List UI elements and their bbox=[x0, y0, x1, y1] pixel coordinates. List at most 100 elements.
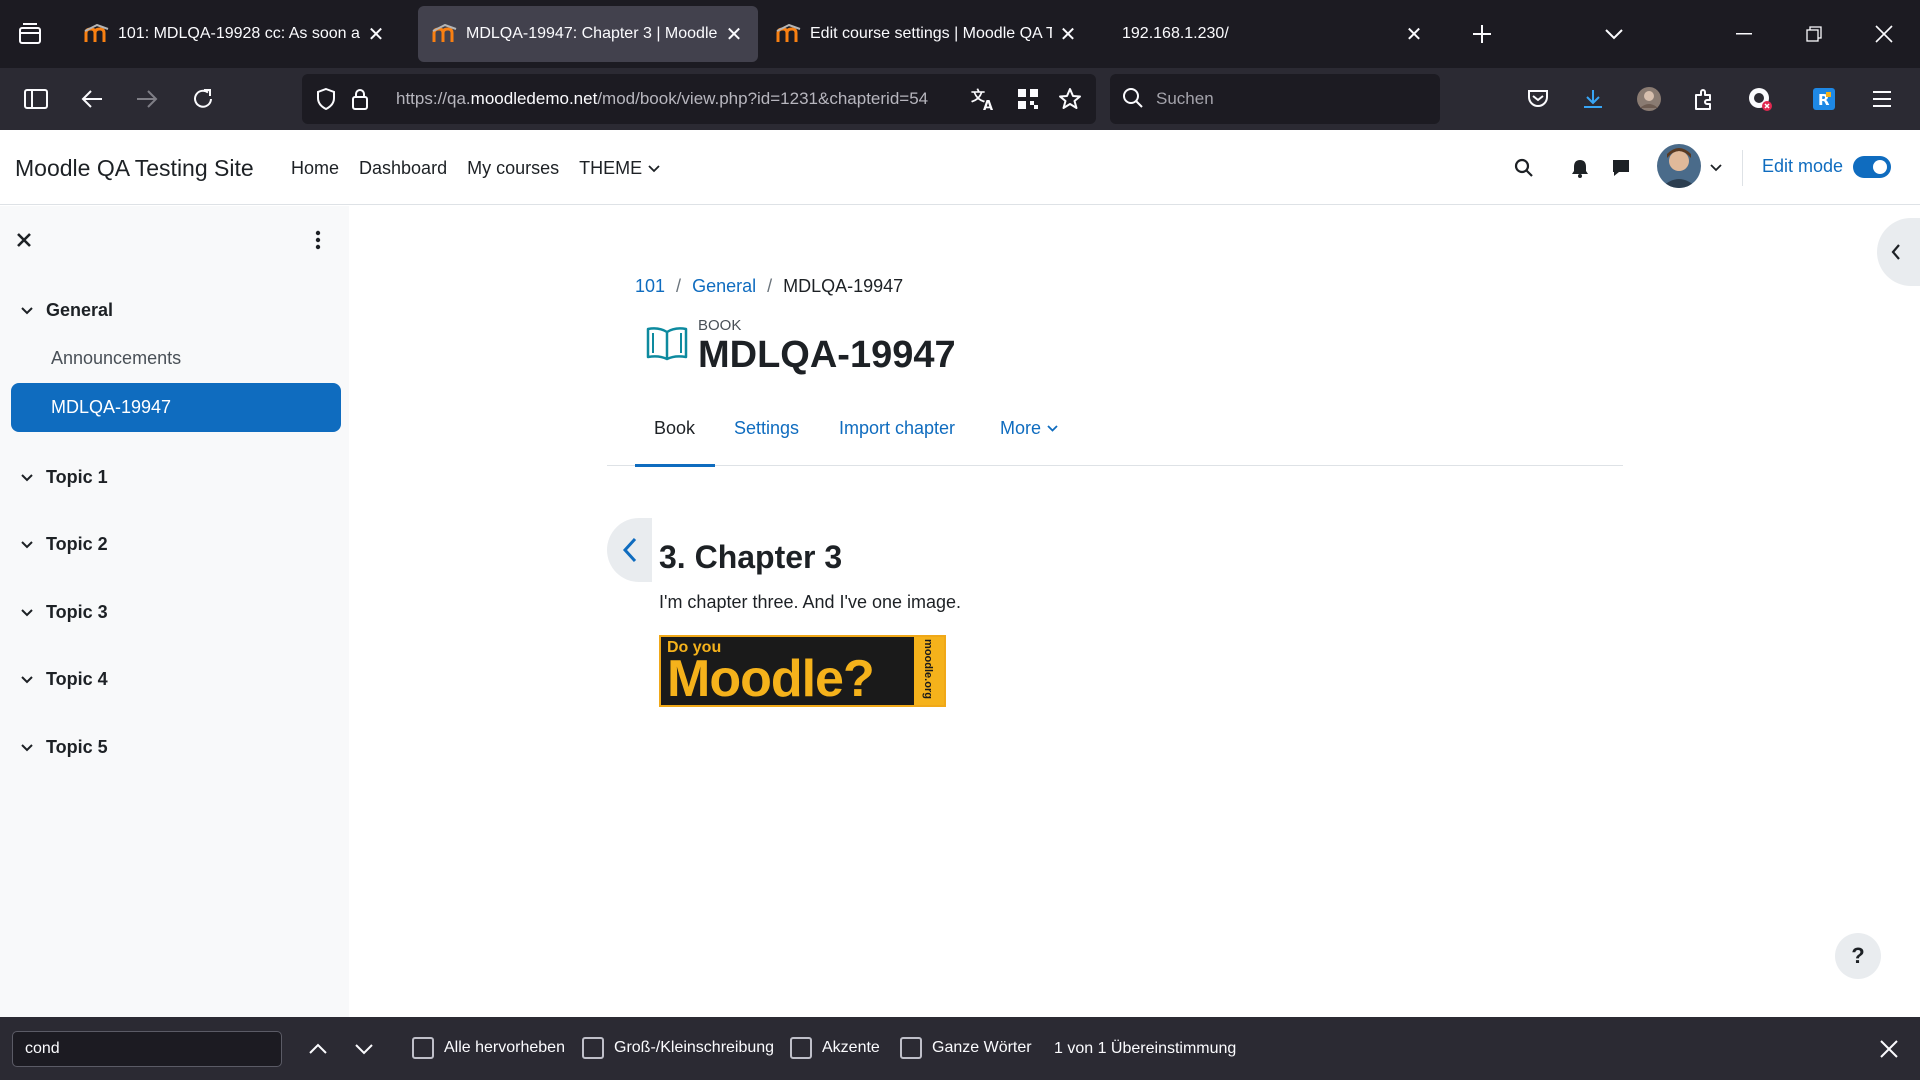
sidebar-icon[interactable] bbox=[16, 79, 56, 119]
section-title: Topic 1 bbox=[46, 467, 108, 487]
search-placeholder: Suchen bbox=[1156, 89, 1214, 108]
chevron-down-icon bbox=[21, 540, 33, 548]
site-name[interactable]: Moodle QA Testing Site bbox=[15, 155, 254, 182]
extensions-icon[interactable] bbox=[1684, 79, 1724, 119]
chevron-down-icon bbox=[21, 675, 33, 683]
help-button[interactable]: ? bbox=[1835, 933, 1881, 979]
url-path: /mod/book/view.php?id=1231&chapterid=54 bbox=[597, 89, 929, 108]
edit-mode-label[interactable]: Edit mode bbox=[1762, 156, 1843, 177]
chevron-left-icon bbox=[1891, 244, 1900, 260]
menu-icon[interactable] bbox=[1862, 79, 1902, 119]
activity-current-book[interactable]: MDLQA-19947 bbox=[11, 383, 341, 432]
pocket-icon[interactable] bbox=[1518, 79, 1558, 119]
tab-settings[interactable]: Settings bbox=[734, 418, 799, 439]
breadcrumb-course[interactable]: 101 bbox=[635, 276, 665, 297]
breadcrumb-section[interactable]: General bbox=[692, 276, 756, 297]
match-diacritics-checkbox[interactable]: Akzente bbox=[790, 1037, 880, 1059]
course-index-drawer: General Announcements MDLQA-19947 Topic … bbox=[0, 206, 349, 1017]
checkbox-box bbox=[790, 1037, 812, 1059]
restore-icon[interactable] bbox=[1794, 14, 1834, 54]
browser-tab[interactable]: 192.168.1.230/ ✕ bbox=[1108, 6, 1438, 62]
browser-tab-active[interactable]: MDLQA-19947: Chapter 3 | Moodle QA ✕ bbox=[418, 6, 758, 62]
match-case-checkbox[interactable]: Groß-/Kleinschreibung bbox=[582, 1037, 774, 1059]
checkbox-label: Akzente bbox=[822, 1039, 880, 1056]
back-icon[interactable] bbox=[72, 79, 112, 119]
find-previous-icon[interactable] bbox=[301, 1032, 335, 1066]
tab-book[interactable]: Book bbox=[654, 418, 695, 439]
account-avatar-icon[interactable] bbox=[1629, 79, 1669, 119]
close-tab-icon[interactable]: ✕ bbox=[366, 22, 386, 47]
extension-badge-icon[interactable] bbox=[1740, 79, 1780, 119]
checkbox-box bbox=[412, 1037, 434, 1059]
checkbox-box bbox=[582, 1037, 604, 1059]
bell-icon[interactable] bbox=[1566, 154, 1594, 182]
breadcrumb: 101 / General / MDLQA-19947 bbox=[635, 276, 903, 297]
qr-icon[interactable] bbox=[1008, 79, 1048, 119]
nav-theme[interactable]: THEME bbox=[579, 158, 660, 179]
checkbox-label: Alle hervorheben bbox=[444, 1039, 565, 1056]
activity-label: Announcements bbox=[51, 348, 182, 368]
url-bar[interactable]: https://qa.moodledemo.net/mod/book/view.… bbox=[302, 74, 1096, 124]
header-divider bbox=[1742, 150, 1743, 186]
edit-mode-toggle[interactable] bbox=[1853, 156, 1891, 178]
browser-tab[interactable]: 101: MDLQA-19928 cc: As soon as we h ✕ bbox=[70, 6, 400, 62]
activity-label: MDLQA-19947 bbox=[51, 397, 172, 417]
find-in-page-bar: Alle hervorheben Groß-/Kleinschreibung A… bbox=[0, 1017, 1920, 1080]
lock-icon[interactable] bbox=[340, 79, 380, 119]
chapter-text: I'm chapter three. And I've one image. bbox=[659, 592, 962, 612]
previous-chapter-button[interactable] bbox=[607, 518, 652, 582]
section-title: Topic 2 bbox=[46, 534, 108, 554]
do-you-moodle-image: Do you Moodle? moodle.org bbox=[659, 635, 946, 707]
nav-dashboard[interactable]: Dashboard bbox=[359, 158, 447, 179]
moodle-favicon-icon bbox=[432, 24, 457, 42]
browser-tab[interactable]: Edit course settings | Moodle QA Testin … bbox=[762, 6, 1092, 62]
checkbox-label: Ganze Wörter bbox=[932, 1039, 1032, 1056]
search-icon[interactable] bbox=[1510, 154, 1538, 182]
chevron-left-icon bbox=[622, 537, 636, 563]
course-section-topic-5[interactable]: Topic 5 bbox=[20, 737, 108, 758]
chat-icon[interactable] bbox=[1607, 154, 1635, 182]
user-avatar[interactable] bbox=[1657, 144, 1701, 188]
tab-more[interactable]: More bbox=[1000, 418, 1058, 439]
find-input[interactable] bbox=[12, 1031, 282, 1067]
course-section-topic-1[interactable]: Topic 1 bbox=[20, 467, 108, 488]
breadcrumb-separator: / bbox=[767, 276, 773, 296]
close-icon[interactable] bbox=[12, 228, 36, 252]
kebab-icon[interactable] bbox=[306, 228, 330, 252]
close-tab-icon[interactable]: ✕ bbox=[724, 22, 744, 47]
course-section-general[interactable]: General bbox=[20, 300, 113, 321]
nav-my-courses[interactable]: My courses bbox=[467, 158, 559, 179]
close-tab-icon[interactable]: ✕ bbox=[1058, 22, 1078, 47]
tab-list-icon[interactable] bbox=[10, 14, 50, 54]
extension-app-icon[interactable]: R bbox=[1804, 79, 1844, 119]
image-line-2: Moodle? bbox=[667, 650, 875, 708]
minimize-icon[interactable] bbox=[1724, 14, 1764, 54]
section-title: Topic 3 bbox=[46, 602, 108, 622]
course-section-topic-4[interactable]: Topic 4 bbox=[20, 669, 108, 690]
close-findbar-icon[interactable] bbox=[1872, 1032, 1906, 1066]
browser-search-bar[interactable]: Suchen bbox=[1110, 74, 1440, 124]
block-drawer-toggle[interactable] bbox=[1877, 218, 1920, 286]
user-menu-chevron-icon[interactable] bbox=[1702, 154, 1730, 182]
list-all-tabs-icon[interactable] bbox=[1594, 14, 1634, 54]
new-tab-icon[interactable] bbox=[1462, 14, 1502, 54]
download-icon[interactable] bbox=[1573, 79, 1613, 119]
tab-title: Edit course settings | Moodle QA Testin bbox=[810, 25, 1052, 42]
course-section-topic-2[interactable]: Topic 2 bbox=[20, 534, 108, 555]
close-tab-icon[interactable]: ✕ bbox=[1404, 22, 1424, 47]
find-next-icon[interactable] bbox=[347, 1032, 381, 1066]
tab-import-chapter[interactable]: Import chapter bbox=[839, 418, 955, 439]
reload-icon[interactable] bbox=[183, 79, 223, 119]
forward-icon[interactable] bbox=[127, 79, 167, 119]
svg-text:A: A bbox=[983, 99, 993, 111]
section-title: Topic 5 bbox=[46, 737, 108, 757]
star-icon[interactable] bbox=[1050, 79, 1090, 119]
whole-words-checkbox[interactable]: Ganze Wörter bbox=[900, 1037, 1032, 1059]
highlight-all-checkbox[interactable]: Alle hervorheben bbox=[412, 1037, 565, 1059]
url-text[interactable]: https://qa.moodledemo.net/mod/book/view.… bbox=[396, 89, 928, 109]
course-section-topic-3[interactable]: Topic 3 bbox=[20, 602, 108, 623]
translate-icon[interactable]: 文A bbox=[964, 79, 1004, 119]
activity-announcements[interactable]: Announcements bbox=[11, 334, 341, 383]
nav-home[interactable]: Home bbox=[291, 158, 339, 179]
close-window-icon[interactable] bbox=[1864, 14, 1904, 54]
